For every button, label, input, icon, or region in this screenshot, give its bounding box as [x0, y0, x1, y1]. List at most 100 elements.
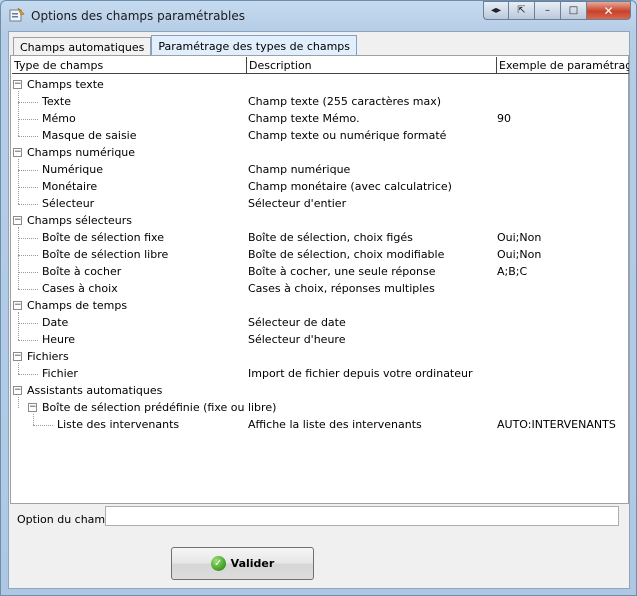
- option-label: Option du champ: [17, 513, 113, 526]
- cell-description: Boîte à cocher, une seule réponse: [248, 265, 436, 278]
- tree-group-row[interactable]: − Champs sélecteurs: [11, 212, 628, 229]
- validate-label: Valider: [230, 557, 275, 570]
- tab-champs-automatiques[interactable]: Champs automatiques: [13, 37, 152, 57]
- tree-connector: [18, 323, 38, 324]
- tree-connector: [18, 374, 38, 375]
- column-header-example[interactable]: Exemple de paramétrage: [497, 57, 629, 74]
- cell-type: Liste des intervenants: [57, 418, 180, 431]
- cell-type: Boîte de sélection libre: [42, 248, 169, 261]
- cell-type: Champs texte: [27, 78, 104, 91]
- tree-item-row[interactable]: Boîte de sélection libre Boîte de sélecti…: [11, 246, 628, 263]
- cell-type: Champs de temps: [27, 299, 128, 312]
- tree-connector: [18, 255, 38, 256]
- cell-example: AUTO:INTERVENANTS: [497, 418, 616, 431]
- tree-group-row[interactable]: − Champs texte: [11, 76, 628, 93]
- navigate-button[interactable]: ◂▸: [483, 1, 509, 20]
- tree-item-row[interactable]: Numérique Champ numérique: [11, 161, 628, 178]
- cell-description: Boîte de sélection, choix figés: [248, 231, 413, 244]
- cell-type: Heure: [42, 333, 76, 346]
- collapse-icon[interactable]: −: [13, 148, 22, 157]
- cell-type: Assistants automatiques: [27, 384, 163, 397]
- export-button[interactable]: ⇱: [509, 1, 535, 20]
- tree-item-row[interactable]: Monétaire Champ monétaire (avec calculatr…: [11, 178, 628, 195]
- cell-type: Champs numérique: [27, 146, 136, 159]
- tree-item-row[interactable]: Boîte à cocher Boîte à cocher, une seule …: [11, 263, 628, 280]
- cell-type: Masque de saisie: [42, 129, 137, 142]
- cell-description: Import de fichier depuis votre ordinateu…: [248, 367, 473, 380]
- cell-type: Mémo: [42, 112, 76, 125]
- cell-type: Boîte de sélection prédéfinie (fixe ou l…: [42, 401, 277, 414]
- column-header-description[interactable]: Description: [247, 57, 497, 74]
- tree-grid[interactable]: − Champs texte Texte Champ texte (255 carac…: [11, 76, 628, 433]
- tree-item-row[interactable]: Texte Champ texte (255 caractères max): [11, 93, 628, 110]
- tree-connector: [18, 159, 19, 204]
- tree-group-row[interactable]: − Fichiers: [11, 348, 628, 365]
- cell-type: Date: [42, 316, 69, 329]
- column-header-type[interactable]: Type de champs: [12, 57, 247, 74]
- check-icon: ✓: [210, 556, 226, 571]
- cell-type: Numérique: [42, 163, 103, 176]
- validate-button[interactable]: ✓ Valider: [171, 547, 314, 580]
- tree-connector: [18, 340, 38, 341]
- tree-item-row[interactable]: Heure Sélecteur d'heure: [11, 331, 628, 348]
- cell-type: Cases à choix: [42, 282, 118, 295]
- dialog-window: Options des champs paramétrables ◂▸ ⇱ – …: [0, 0, 637, 596]
- cell-description: Cases à choix, réponses multiples: [248, 282, 435, 295]
- dialog-client: Champs automatiques Paramétrage des type…: [8, 31, 630, 589]
- tree-item-row[interactable]: − Boîte de sélection prédéfinie (fixe ou …: [11, 399, 628, 416]
- cell-description: Champ numérique: [248, 163, 351, 176]
- tree-connector: [18, 227, 19, 289]
- tree-connector: [18, 136, 38, 137]
- cell-description: Sélecteur d'heure: [248, 333, 346, 346]
- caption-buttons: ◂▸ ⇱ – □ ✕: [483, 1, 631, 21]
- cell-example: A;B;C: [497, 265, 528, 278]
- tree-item-row[interactable]: Masque de saisie Champ texte ou numérique…: [11, 127, 628, 144]
- tree-connector: [18, 272, 38, 273]
- tree-connector: [18, 187, 38, 188]
- collapse-icon[interactable]: −: [13, 80, 22, 89]
- tab-page: Type de champs Description Exemple de pa…: [10, 55, 629, 504]
- collapse-icon[interactable]: −: [13, 352, 22, 361]
- close-button[interactable]: ✕: [587, 1, 631, 20]
- tree-group-row[interactable]: − Champs de temps: [11, 297, 628, 314]
- cell-example: Oui;Non: [497, 248, 542, 261]
- cell-type: Boîte de sélection fixe: [42, 231, 164, 244]
- cell-type: Fichiers: [27, 350, 69, 363]
- cell-example: 90: [497, 112, 511, 125]
- tree-connector: [33, 414, 34, 425]
- cell-type: Champs sélecteurs: [27, 214, 132, 227]
- tree-group-row[interactable]: − Champs numérique: [11, 144, 628, 161]
- tree-connector: [18, 363, 19, 374]
- tree-item-row[interactable]: Mémo Champ texte Mémo. 90: [11, 110, 628, 127]
- cell-description: Boîte de sélection, choix modifiable: [248, 248, 445, 261]
- cell-type: Monétaire: [42, 180, 98, 193]
- collapse-icon[interactable]: −: [13, 301, 22, 310]
- tab-strip: Champs automatiques Paramétrage des type…: [13, 35, 358, 57]
- tree-item-row[interactable]: Liste des intervenants Affiche la liste d…: [11, 416, 628, 433]
- cell-example: Oui;Non: [497, 231, 542, 244]
- tree-connector: [18, 204, 38, 205]
- maximize-button[interactable]: □: [561, 1, 587, 20]
- tree-item-row[interactable]: Boîte de sélection fixe Boîte de sélectio…: [11, 229, 628, 246]
- tree-connector: [18, 91, 19, 136]
- minimize-button[interactable]: –: [535, 1, 561, 20]
- cell-type: Boîte à cocher: [42, 265, 122, 278]
- tree-connector: [18, 397, 19, 408]
- cell-type: Sélecteur: [42, 197, 95, 210]
- cell-description: Champ texte Mémo.: [248, 112, 360, 125]
- tree-item-row[interactable]: Sélecteur Sélecteur d'entier: [11, 195, 628, 212]
- collapse-icon[interactable]: −: [13, 386, 22, 395]
- app-icon: [9, 7, 25, 22]
- tree-item-row[interactable]: Date Sélecteur de date: [11, 314, 628, 331]
- tree-connector: [18, 238, 38, 239]
- tab-parametrage-types[interactable]: Paramétrage des types de champs: [151, 35, 358, 57]
- tree-item-row[interactable]: Fichier Import de fichier depuis votre or…: [11, 365, 628, 382]
- title-bar[interactable]: Options des champs paramétrables ◂▸ ⇱ – …: [1, 1, 636, 31]
- tree-connector: [18, 119, 38, 120]
- cell-description: Affiche la liste des intervenants: [248, 418, 422, 431]
- tree-item-row[interactable]: Cases à choix Cases à choix, réponses mul…: [11, 280, 628, 297]
- collapse-icon[interactable]: −: [28, 403, 37, 412]
- collapse-icon[interactable]: −: [13, 216, 22, 225]
- option-input[interactable]: [105, 506, 619, 526]
- tree-group-row[interactable]: − Assistants automatiques: [11, 382, 628, 399]
